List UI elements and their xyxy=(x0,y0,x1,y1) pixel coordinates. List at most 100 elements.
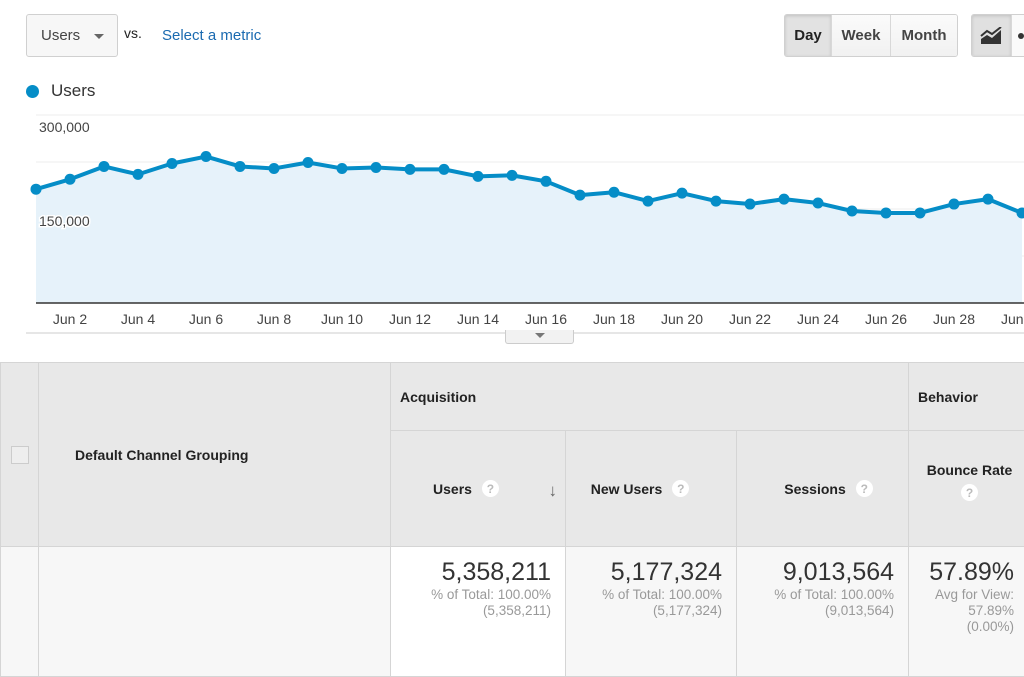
data-point-jun-24[interactable] xyxy=(813,198,824,209)
motion-chart-button[interactable] xyxy=(1011,15,1024,56)
x-tick-label: Jun 12 xyxy=(389,311,431,327)
group-label: Acquisition xyxy=(400,389,476,405)
data-point-jun-9[interactable] xyxy=(303,157,314,168)
data-point-jun-18[interactable] xyxy=(609,187,620,198)
x-tick-label: Jun 10 xyxy=(321,311,363,327)
column-header-sessions[interactable]: Sessions ? xyxy=(737,431,909,547)
data-point-jun-23[interactable] xyxy=(779,194,790,205)
data-point-jun-7[interactable] xyxy=(235,161,246,172)
data-point-jun-19[interactable] xyxy=(643,196,654,207)
total-value: 5,177,324 xyxy=(572,557,722,587)
data-point-jun-26[interactable] xyxy=(881,207,892,218)
total-users-cell: 5,358,211 % of Total: 100.00% (5,358,211… xyxy=(391,547,566,677)
legend-label: Users xyxy=(51,81,95,101)
chart-legend: Users xyxy=(26,81,95,101)
data-point-jun-6[interactable] xyxy=(201,151,212,162)
chevron-down-icon xyxy=(94,34,104,39)
x-tick-label: Jun 22 xyxy=(729,311,771,327)
data-point-jun-25[interactable] xyxy=(847,206,858,217)
line-chart-icon xyxy=(980,27,1002,45)
data-point-jun-8[interactable] xyxy=(269,163,280,174)
help-icon[interactable]: ? xyxy=(961,484,978,501)
dimension-header[interactable]: Default Channel Grouping xyxy=(39,363,391,547)
column-label: New Users xyxy=(591,481,663,497)
x-axis-labels: Jun 2Jun 4Jun 6Jun 8Jun 10Jun 12Jun 14Ju… xyxy=(53,311,1024,327)
dimension-header-label: Default Channel Grouping xyxy=(75,447,248,463)
group-header-behavior: Behavior xyxy=(909,363,1024,431)
x-tick-label: Jun 16 xyxy=(525,311,567,327)
period-month-button[interactable]: Month xyxy=(891,15,957,56)
sort-descending-icon[interactable]: ↓ xyxy=(549,481,558,501)
total-percent: % of Total: 100.00% xyxy=(397,587,551,603)
total-absolute: (5,177,324) xyxy=(572,603,722,619)
data-point-jun-21[interactable] xyxy=(711,196,722,207)
data-point-jun-5[interactable] xyxy=(167,158,178,169)
total-new-users-cell: 5,177,324 % of Total: 100.00% (5,177,324… xyxy=(566,547,737,677)
x-tick-label: Jun 24 xyxy=(797,311,839,327)
data-point-jun-12[interactable] xyxy=(405,164,416,175)
total-absolute: (5,358,211) xyxy=(397,603,551,619)
data-point-jun-2[interactable] xyxy=(65,174,76,185)
help-icon[interactable]: ? xyxy=(672,480,689,497)
y-tick-label: 300,000 xyxy=(39,119,90,135)
chart-type-toggle-group xyxy=(971,14,1024,57)
data-point-jun-29[interactable] xyxy=(983,194,994,205)
period-week-button[interactable]: Week xyxy=(832,15,891,56)
data-point-jun-1[interactable] xyxy=(31,184,42,195)
data-point-jun-10[interactable] xyxy=(337,163,348,174)
total-sessions-cell: 9,013,564 % of Total: 100.00% (9,013,564… xyxy=(737,547,909,677)
data-point-jun-16[interactable] xyxy=(541,176,552,187)
total-value: 9,013,564 xyxy=(743,557,894,587)
data-point-jun-15[interactable] xyxy=(507,170,518,181)
avg-label: Avg for View: xyxy=(915,587,1014,603)
data-point-jun-17[interactable] xyxy=(575,190,586,201)
period-day-button[interactable]: Day xyxy=(785,15,832,56)
select-compare-metric-link[interactable]: Select a metric xyxy=(162,27,261,44)
line-chart-button[interactable] xyxy=(972,15,1011,56)
data-point-jun-4[interactable] xyxy=(133,169,144,180)
x-tick-label: Jun 28 xyxy=(933,311,975,327)
data-point-jun-14[interactable] xyxy=(473,171,484,182)
totals-row: 5,358,211 % of Total: 100.00% (5,358,211… xyxy=(1,547,1024,677)
primary-metric-select[interactable]: Users xyxy=(26,14,118,57)
total-value: 57.89% xyxy=(915,557,1014,587)
avg-value: 57.89% xyxy=(915,603,1014,619)
column-header-bounce-rate[interactable]: Bounce Rate ? xyxy=(909,431,1024,547)
x-tick-label: Jun 6 xyxy=(189,311,223,327)
data-point-jun-11[interactable] xyxy=(371,162,382,173)
select-all-checkbox[interactable] xyxy=(11,446,29,464)
caret-down-icon xyxy=(535,333,545,338)
motion-chart-icon xyxy=(1018,33,1024,39)
help-icon[interactable]: ? xyxy=(482,480,499,497)
total-bounce-rate-cell: 57.89% Avg for View: 57.89% (0.00%) xyxy=(909,547,1024,677)
select-all-cell xyxy=(1,363,39,547)
column-header-users[interactable]: Users ? ↓ xyxy=(391,431,566,547)
data-point-jun-20[interactable] xyxy=(677,188,688,199)
chart-svg: 300,000 150,000 Jun 2Jun 4Jun 6Jun 8Jun … xyxy=(0,105,1024,345)
data-point-jun-27[interactable] xyxy=(915,207,926,218)
users-over-time-chart: 300,000 150,000 Jun 2Jun 4Jun 6Jun 8Jun … xyxy=(0,105,1024,345)
data-point-jun-3[interactable] xyxy=(99,161,110,172)
total-absolute: (9,013,564) xyxy=(743,603,894,619)
help-icon[interactable]: ? xyxy=(856,480,873,497)
totals-dimension-cell xyxy=(39,547,391,677)
column-label: Bounce Rate xyxy=(909,462,1024,478)
avg-delta: (0.00%) xyxy=(915,619,1014,635)
x-tick-label: Jun 26 xyxy=(865,311,907,327)
x-tick-label: Jun 30 xyxy=(1001,311,1024,327)
collapse-chart-toggle[interactable] xyxy=(505,330,574,344)
data-point-jun-28[interactable] xyxy=(949,199,960,210)
totals-checkbox-cell xyxy=(1,547,39,677)
x-tick-label: Jun 20 xyxy=(661,311,703,327)
data-point-jun-13[interactable] xyxy=(439,164,450,175)
column-header-new-users[interactable]: New Users ? xyxy=(566,431,737,547)
column-label: Users xyxy=(433,481,472,497)
x-tick-label: Jun 14 xyxy=(457,311,499,327)
x-tick-label: Jun 4 xyxy=(121,311,155,327)
data-point-jun-22[interactable] xyxy=(745,199,756,210)
report-table: Default Channel Grouping Acquisition Beh… xyxy=(0,362,1024,677)
vs-label: vs. xyxy=(124,25,142,41)
x-tick-label: Jun 18 xyxy=(593,311,635,327)
x-tick-label: Jun 8 xyxy=(257,311,291,327)
group-header-acquisition: Acquisition xyxy=(391,363,909,431)
